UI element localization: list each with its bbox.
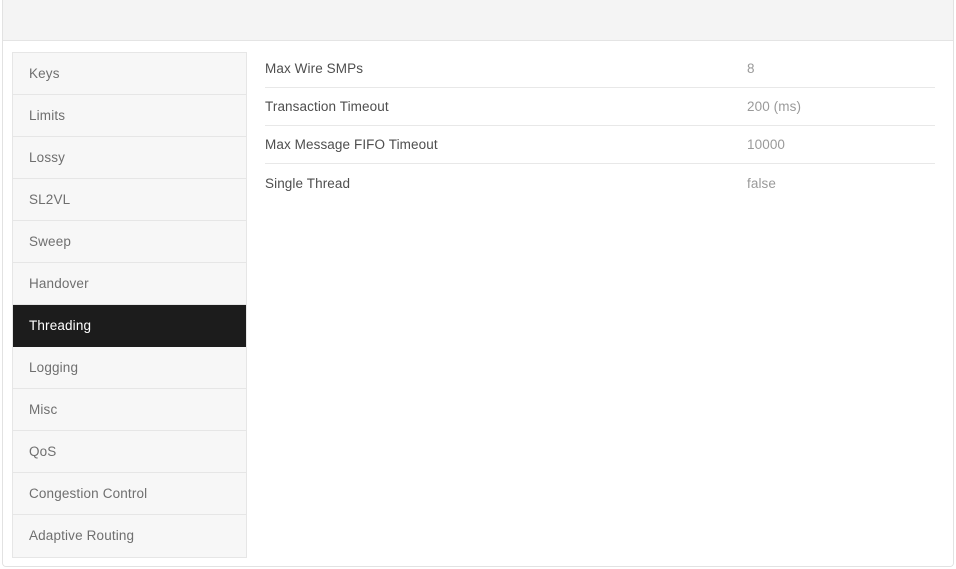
sidebar-item-label: Logging xyxy=(29,360,79,375)
setting-value[interactable]: 8 xyxy=(747,61,935,76)
sidebar-item-sl2vl[interactable]: SL2VL xyxy=(13,179,246,221)
sidebar-item-label: QoS xyxy=(29,444,57,459)
sidebar-item-label: SL2VL xyxy=(29,192,71,207)
setting-row-max-message-fifo-timeout: Max Message FIFO Timeout 10000 xyxy=(265,126,935,164)
setting-label: Transaction Timeout xyxy=(265,99,389,114)
setting-row-transaction-timeout: Transaction Timeout 200 (ms) xyxy=(265,88,935,126)
sidebar-item-handover[interactable]: Handover xyxy=(13,263,246,305)
settings-category-sidebar: Keys Limits Lossy SL2VL Sweep Handover Threadi… xyxy=(12,52,247,558)
sidebar-item-label: Adaptive Routing xyxy=(29,528,135,543)
sidebar-item-label: Lossy xyxy=(29,150,66,165)
sidebar-item-label: Sweep xyxy=(29,234,72,249)
sidebar-item-congestion-control[interactable]: Congestion Control xyxy=(13,473,246,515)
sidebar-item-label: Misc xyxy=(29,402,58,417)
setting-value[interactable]: 200 (ms) xyxy=(747,99,935,114)
page-container: Keys Limits Lossy SL2VL Sweep Handover Threadi… xyxy=(2,0,954,567)
top-toolbar xyxy=(3,0,953,41)
sidebar-item-label: Handover xyxy=(29,276,89,291)
setting-row-single-thread: Single Thread false xyxy=(265,164,935,202)
setting-row-max-wire-smps: Max Wire SMPs 8 xyxy=(265,50,935,88)
setting-value[interactable]: false xyxy=(747,176,935,191)
settings-table: Max Wire SMPs 8 Transaction Timeout 200 (ms… xyxy=(265,50,935,202)
sidebar-item-sweep[interactable]: Sweep xyxy=(13,221,246,263)
setting-label: Max Wire SMPs xyxy=(265,61,364,76)
sidebar-item-label: Keys xyxy=(29,66,60,81)
sidebar-item-lossy[interactable]: Lossy xyxy=(13,137,246,179)
app-window: Keys Limits Lossy SL2VL Sweep Handover Threadi… xyxy=(0,0,956,569)
sidebar-item-misc[interactable]: Misc xyxy=(13,389,246,431)
sidebar-item-label: Threading xyxy=(29,318,92,333)
sidebar-item-threading[interactable]: Threading xyxy=(13,305,246,347)
sidebar-item-keys[interactable]: Keys xyxy=(13,53,246,95)
setting-label: Single Thread xyxy=(265,175,351,191)
sidebar-item-qos[interactable]: QoS xyxy=(13,431,246,473)
sidebar-item-adaptive-routing[interactable]: Adaptive Routing xyxy=(13,515,246,557)
sidebar-item-label: Limits xyxy=(29,108,66,123)
setting-label: Max Message FIFO Timeout xyxy=(265,137,438,152)
top-toolbar-title xyxy=(3,0,953,40)
body-area: Keys Limits Lossy SL2VL Sweep Handover Threadi… xyxy=(3,42,953,566)
sidebar-item-limits[interactable]: Limits xyxy=(13,95,246,137)
setting-value[interactable]: 10000 xyxy=(747,137,935,152)
sidebar-item-label: Congestion Control xyxy=(29,486,148,501)
sidebar-item-logging[interactable]: Logging xyxy=(13,347,246,389)
